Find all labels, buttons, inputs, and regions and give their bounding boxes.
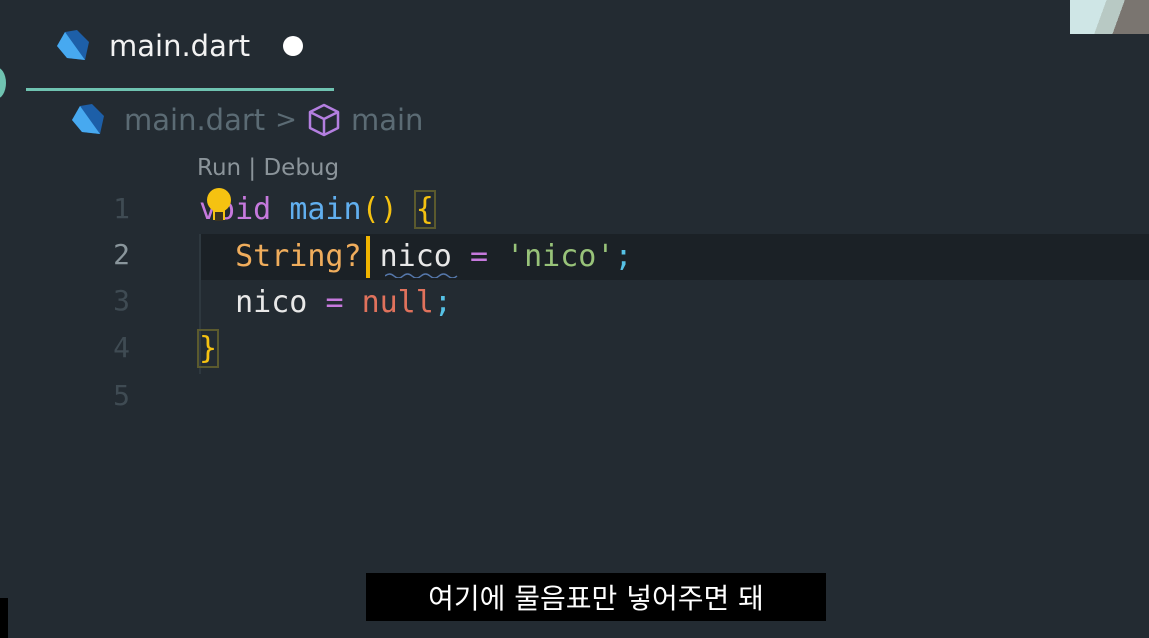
line-number: 4 bbox=[113, 331, 130, 364]
overlay-fragment bbox=[0, 598, 8, 638]
video-subtitle: 여기에 물음표만 넣어주면 돼 bbox=[366, 573, 826, 621]
tab-label: main.dart bbox=[109, 29, 251, 63]
code-line-4[interactable]: } bbox=[196, 329, 220, 369]
operator: = bbox=[469, 239, 488, 274]
type-string-nullable: String? bbox=[235, 239, 362, 274]
code-line-2[interactable]: String? nico = 'nico'; bbox=[199, 237, 633, 277]
identifier: nico bbox=[379, 239, 452, 274]
breadcrumb-symbol[interactable]: main bbox=[351, 103, 423, 137]
breadcrumb-separator: > bbox=[275, 105, 297, 135]
line-number: 1 bbox=[113, 192, 130, 225]
breadcrumb: main.dart > main bbox=[70, 100, 423, 140]
semicolon: ; bbox=[433, 285, 452, 320]
line-number: 5 bbox=[113, 379, 130, 412]
semicolon: ; bbox=[614, 239, 633, 274]
cube-icon bbox=[308, 103, 340, 137]
active-tab-indicator bbox=[26, 88, 334, 91]
unsaved-dot-icon[interactable] bbox=[283, 36, 304, 56]
breadcrumb-file[interactable]: main.dart bbox=[124, 103, 265, 137]
null-literal: null bbox=[361, 285, 434, 320]
text-cursor bbox=[366, 236, 370, 278]
function-name: main bbox=[289, 192, 362, 227]
dart-logo-icon bbox=[72, 104, 104, 134]
string-literal: 'nico' bbox=[506, 239, 615, 274]
code-line-3[interactable]: nico = null; bbox=[199, 283, 452, 323]
close-brace: } bbox=[196, 329, 220, 368]
line-number-active: 2 bbox=[113, 238, 130, 271]
identifier: nico bbox=[235, 285, 308, 320]
tab-main-dart[interactable]: main.dart bbox=[55, 22, 304, 70]
lightbulb-icon[interactable] bbox=[206, 188, 232, 224]
line-number: 3 bbox=[113, 284, 130, 317]
open-brace: { bbox=[413, 190, 436, 229]
code-line-1[interactable]: void main() { bbox=[199, 190, 436, 230]
activity-indicator bbox=[0, 67, 6, 99]
operator: = bbox=[325, 285, 344, 320]
dart-logo-icon bbox=[57, 30, 89, 60]
parens: () bbox=[361, 192, 398, 227]
codelens-run-debug[interactable]: Run | Debug bbox=[197, 155, 339, 181]
warning-squiggle bbox=[385, 273, 458, 278]
webcam-thumbnail bbox=[1070, 0, 1149, 34]
